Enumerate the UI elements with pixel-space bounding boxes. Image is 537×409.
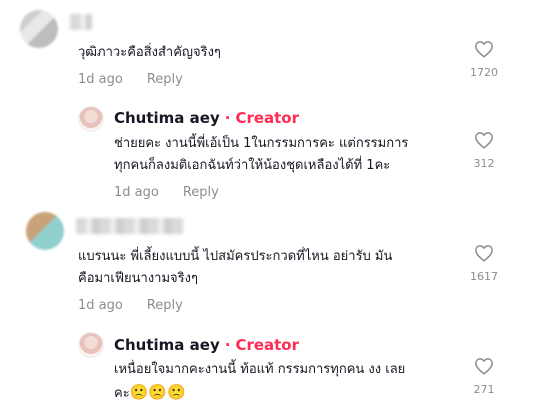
like-button[interactable]: 271 xyxy=(469,357,499,396)
heart-outline-icon xyxy=(475,132,493,149)
like-count: 1617 xyxy=(470,270,498,283)
username[interactable] xyxy=(70,14,92,30)
creator-badge: Creator xyxy=(235,109,300,127)
user-avatar[interactable] xyxy=(20,10,58,48)
comment-time: 1d ago xyxy=(78,298,123,313)
author-name[interactable]: Chutima aey xyxy=(114,109,220,127)
heart-outline-icon xyxy=(475,245,493,262)
name-separator: · xyxy=(224,336,231,354)
comment-meta: 1d ago Reply xyxy=(78,298,183,313)
creator-username[interactable]: Chutima aey · Creator xyxy=(114,336,299,354)
like-button[interactable]: 1617 xyxy=(469,244,499,283)
creator-username[interactable]: Chutima aey · Creator xyxy=(114,109,299,127)
like-count: 1720 xyxy=(470,66,498,79)
frowning-face-emoji-icon: 🙁🙁🙁 xyxy=(129,383,186,401)
like-button[interactable]: 312 xyxy=(469,131,499,170)
creator-avatar[interactable] xyxy=(78,106,104,132)
username[interactable] xyxy=(76,218,184,234)
like-count: 312 xyxy=(473,157,495,170)
comment-text-line-1: ช่ายยคะ งานนี้พี่เอ้เป็น 1ในกรรมการคะ แต… xyxy=(114,136,409,151)
heart-outline-icon xyxy=(475,358,493,375)
creator-avatar[interactable] xyxy=(78,332,104,358)
comment-text: วุฒิภาวะคือสิ่งสำคัญจริงๆ xyxy=(78,45,221,60)
heart-outline-icon xyxy=(475,41,493,58)
creator-badge: Creator xyxy=(235,336,300,354)
comment-time: 1d ago xyxy=(114,185,159,200)
name-separator: · xyxy=(224,109,231,127)
reply-button[interactable]: Reply xyxy=(147,298,183,313)
comment-text-line-2: ทุกคนก็ลงมติเอกฉันท์ว่าให้น้องชุดเหลืองไ… xyxy=(114,158,391,173)
comment-meta: 1d ago Reply xyxy=(114,185,219,200)
comment-meta: 1d ago Reply xyxy=(78,72,183,87)
like-button[interactable]: 1720 xyxy=(469,40,499,79)
like-count: 271 xyxy=(473,383,495,396)
comment-text-line-1: เหนื่อยใจมากคะงานนี้ ท้อแท้ กรรมการทุกคน… xyxy=(114,362,406,377)
user-avatar[interactable] xyxy=(26,212,64,250)
comment-time: 1d ago xyxy=(78,72,123,87)
comment-text-line-2: คือมาเฟียนางามจริงๆ xyxy=(78,271,198,286)
comment-text-tail: คะ xyxy=(114,386,130,401)
author-name[interactable]: Chutima aey xyxy=(114,336,220,354)
comment-text-line-2: คะ🙁🙁🙁 xyxy=(114,381,186,405)
reply-button[interactable]: Reply xyxy=(147,72,183,87)
reply-button[interactable]: Reply xyxy=(183,185,219,200)
comment-text-line-1: แบรนนะ พี่เลี้ยงแบบนี้ ไปสมัครประกวดที่ไ… xyxy=(78,249,393,264)
